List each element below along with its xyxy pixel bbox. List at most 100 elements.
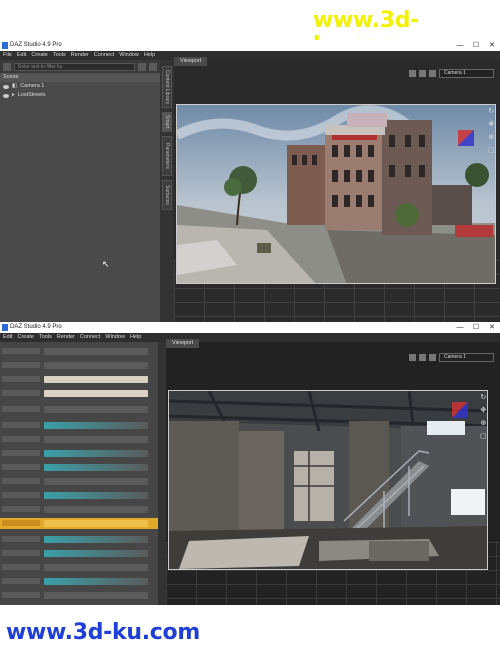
maximize-icon[interactable]: ☐ [468, 322, 484, 333]
setting-row[interactable] [0, 388, 158, 399]
scene-filter-input[interactable]: Enter text to filter by [14, 62, 135, 71]
menu-bar: File Edit Create Tools Render Connect Wi… [0, 51, 500, 60]
navigation-cube-icon[interactable] [452, 402, 468, 418]
viewport-options-icon[interactable] [409, 70, 416, 77]
navigation-cube-icon[interactable] [458, 130, 474, 146]
render-preview [168, 390, 488, 570]
camera-icon: ◧ [12, 83, 18, 89]
menu-connect[interactable]: Connect [80, 333, 101, 342]
menu-connect[interactable]: Connect [94, 51, 115, 60]
pan-icon[interactable]: ✥ [488, 121, 494, 128]
pan-icon[interactable]: ✥ [480, 407, 486, 414]
menu-tools[interactable]: Tools [53, 51, 66, 60]
minimize-icon[interactable]: — [452, 322, 468, 333]
rotate-icon[interactable]: ↻ [480, 394, 486, 401]
tab-parameters[interactable]: Parameters [162, 136, 172, 176]
viewport-header: Camera 1 [409, 353, 494, 362]
pane-menu-icon[interactable] [3, 62, 11, 71]
viewport-tab[interactable]: Viewport [174, 57, 208, 66]
menu-file[interactable]: File [3, 51, 12, 60]
daz-studio-window-2: DAZ Studio 4.9 Pro — ☐ ✕ Edit Create Too… [0, 322, 500, 605]
maximize-icon[interactable]: ☐ [468, 40, 484, 51]
draw-style-icon[interactable] [419, 70, 426, 77]
tab-content-library[interactable]: Content Library [162, 66, 172, 108]
menu-help[interactable]: Help [144, 51, 155, 60]
render-preview [176, 104, 496, 284]
setting-row[interactable] [0, 420, 158, 431]
daz-studio-window-1: DAZ Studio 4.9 Pro — ☐ ✕ File Edit Creat… [0, 40, 500, 322]
watermark-bottom: www.3d-ku.com [6, 620, 200, 645]
scene-item-camera[interactable]: ◧ Camera 1 [0, 82, 160, 91]
title-bar: DAZ Studio 4.9 Pro — ☐ ✕ [0, 322, 500, 333]
camera-select[interactable]: Camera 1 [439, 69, 494, 78]
viewport-tab[interactable]: Viewport [166, 339, 200, 348]
camera-icon[interactable] [429, 354, 436, 361]
menu-create[interactable]: Create [17, 333, 34, 342]
viewport-options-icon[interactable] [409, 354, 416, 361]
draw-style-icon[interactable] [419, 354, 426, 361]
menu-edit[interactable]: Edit [3, 333, 12, 342]
side-tab-strip [158, 342, 166, 605]
tab-smart[interactable]: Smart [162, 112, 172, 132]
menu-render[interactable]: Render [71, 51, 89, 60]
viewport-nav-controls: ↻ ✥ ⊕ ▢ [488, 108, 495, 154]
setting-row[interactable] [0, 534, 158, 545]
visibility-eye-icon[interactable] [3, 93, 9, 98]
app-logo-icon [2, 324, 8, 331]
menu-render[interactable]: Render [57, 333, 75, 342]
zoom-icon[interactable]: ⊕ [480, 420, 486, 427]
window-title: DAZ Studio 4.9 Pro [10, 42, 62, 48]
tab-surfaces[interactable]: Surfaces [162, 180, 172, 210]
frame-icon[interactable]: ▢ [480, 433, 487, 440]
setting-row[interactable] [0, 462, 158, 473]
title-bar: DAZ Studio 4.9 Pro — ☐ ✕ [0, 40, 500, 51]
interior-scene-image [169, 391, 487, 569]
visibility-eye-icon[interactable] [3, 84, 9, 89]
menu-help[interactable]: Help [130, 333, 141, 342]
setting-row[interactable] [0, 346, 158, 357]
menu-edit[interactable]: Edit [17, 51, 26, 60]
frame-icon[interactable]: ▢ [488, 147, 495, 154]
close-icon[interactable]: ✕ [484, 322, 500, 333]
viewport-header: Camera 1 [409, 69, 494, 78]
viewport-pane: Viewport Camera 1 ↻ ✥ ⊕ ▢ [166, 339, 500, 605]
setting-row[interactable] [0, 476, 158, 487]
app-logo-icon [2, 42, 8, 49]
menu-bar: Edit Create Tools Render Connect Window … [0, 333, 500, 342]
scene-label: Scene [3, 74, 19, 80]
minimize-icon[interactable]: — [452, 40, 468, 51]
zoom-icon[interactable]: ⊕ [488, 134, 494, 141]
menu-window[interactable]: Window [105, 333, 125, 342]
window-title: DAZ Studio 4.9 Pro [10, 324, 62, 330]
street-scene-image [177, 105, 495, 283]
mouse-cursor-icon: ↖ [102, 259, 110, 269]
camera-select[interactable]: Camera 1 [439, 353, 494, 362]
setting-row[interactable] [0, 590, 158, 601]
setting-row[interactable] [0, 504, 158, 515]
close-icon[interactable]: ✕ [484, 40, 500, 51]
setting-row[interactable] [0, 434, 158, 445]
setting-row[interactable] [0, 490, 158, 501]
menu-tools[interactable]: Tools [39, 333, 52, 342]
scene-toolbar: Enter text to filter by [0, 60, 160, 73]
scene-header: Scene [0, 73, 160, 82]
scene-item-loststreets[interactable]: ▸ LostStreets [0, 91, 160, 100]
camera-icon[interactable] [429, 70, 436, 77]
menu-create[interactable]: Create [31, 51, 48, 60]
setting-row[interactable] [0, 562, 158, 573]
menu-window[interactable]: Window [119, 51, 139, 60]
setting-row[interactable] [0, 374, 158, 385]
expand-arrow-icon[interactable]: ▸ [12, 91, 15, 100]
setting-row[interactable] [0, 576, 158, 587]
setting-row[interactable] [0, 548, 158, 559]
options-icon[interactable] [138, 62, 146, 71]
expand-icon[interactable] [149, 62, 157, 71]
setting-row[interactable] [0, 404, 158, 415]
viewport-nav-controls: ↻ ✥ ⊕ ▢ [480, 394, 487, 440]
setting-row[interactable] [0, 360, 158, 371]
viewport-pane: Viewport Camera 1 ↻ ✥ ⊕ ▢ [174, 57, 500, 322]
scene-pane: Enter text to filter by Scene ◧ Camera 1… [0, 60, 160, 322]
setting-row-selected[interactable] [0, 518, 158, 529]
setting-row[interactable] [0, 448, 158, 459]
rotate-icon[interactable]: ↻ [488, 108, 494, 115]
